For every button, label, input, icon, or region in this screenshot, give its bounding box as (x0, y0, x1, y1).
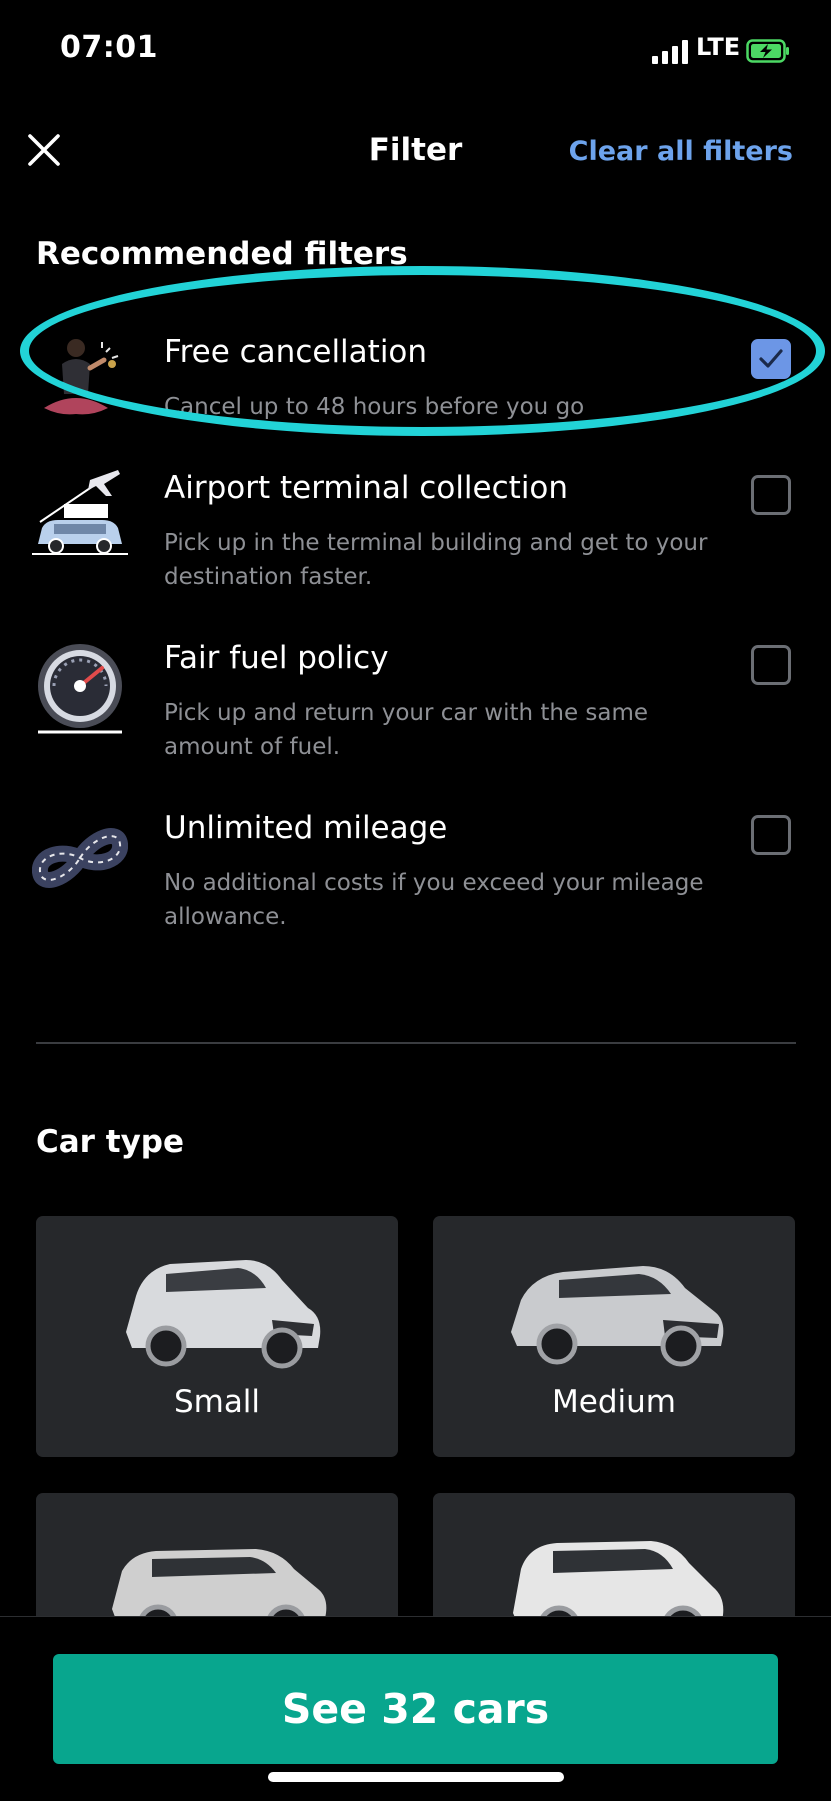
filter-title: Airport terminal collection (164, 470, 569, 506)
clear-all-filters-button[interactable]: Clear all filters (569, 136, 793, 167)
fuel-gauge-icon (38, 644, 122, 734)
filter-airport-terminal-collection[interactable]: Airport terminal collection Pick up in t… (0, 470, 831, 630)
home-indicator[interactable] (268, 1772, 564, 1782)
infinity-road-icon (32, 828, 128, 888)
status-time: 07:01 (60, 30, 158, 65)
filter-unlimited-mileage[interactable]: Unlimited mileage No additional costs if… (0, 810, 831, 970)
car-type-medium[interactable]: Medium (433, 1216, 795, 1457)
unlimited-mileage-checkbox[interactable] (751, 815, 791, 855)
divider (36, 1042, 796, 1044)
car-type-heading: Car type (36, 1124, 184, 1160)
highlight-ring (20, 266, 825, 436)
network-type: LTE (696, 33, 741, 61)
medium-car-image (511, 1266, 724, 1367)
car-type-small[interactable]: Small (36, 1216, 398, 1457)
battery-charging-icon (746, 39, 789, 63)
filter-description: Pick up and return your car with the sam… (164, 700, 649, 760)
car-type-label: Small (173, 1384, 261, 1420)
filter-title: Fair fuel policy (164, 640, 389, 676)
signal-strength-icon (652, 40, 690, 64)
filter-description: No additional costs if you exceed your m… (164, 870, 704, 930)
small-car-image (126, 1260, 321, 1369)
filter-title: Unlimited mileage (164, 810, 448, 846)
fair-fuel-policy-checkbox[interactable] (751, 645, 791, 685)
see-results-button[interactable]: See 32 cars (53, 1654, 778, 1764)
filter-fair-fuel-policy[interactable]: Fair fuel policy Pick up and return your… (0, 640, 831, 800)
car-type-label: Medium (552, 1384, 676, 1420)
airport-terminal-collection-checkbox[interactable] (751, 475, 791, 515)
filter-description: Pick up in the terminal building and get… (164, 530, 708, 590)
airport-car-icon (32, 470, 128, 555)
